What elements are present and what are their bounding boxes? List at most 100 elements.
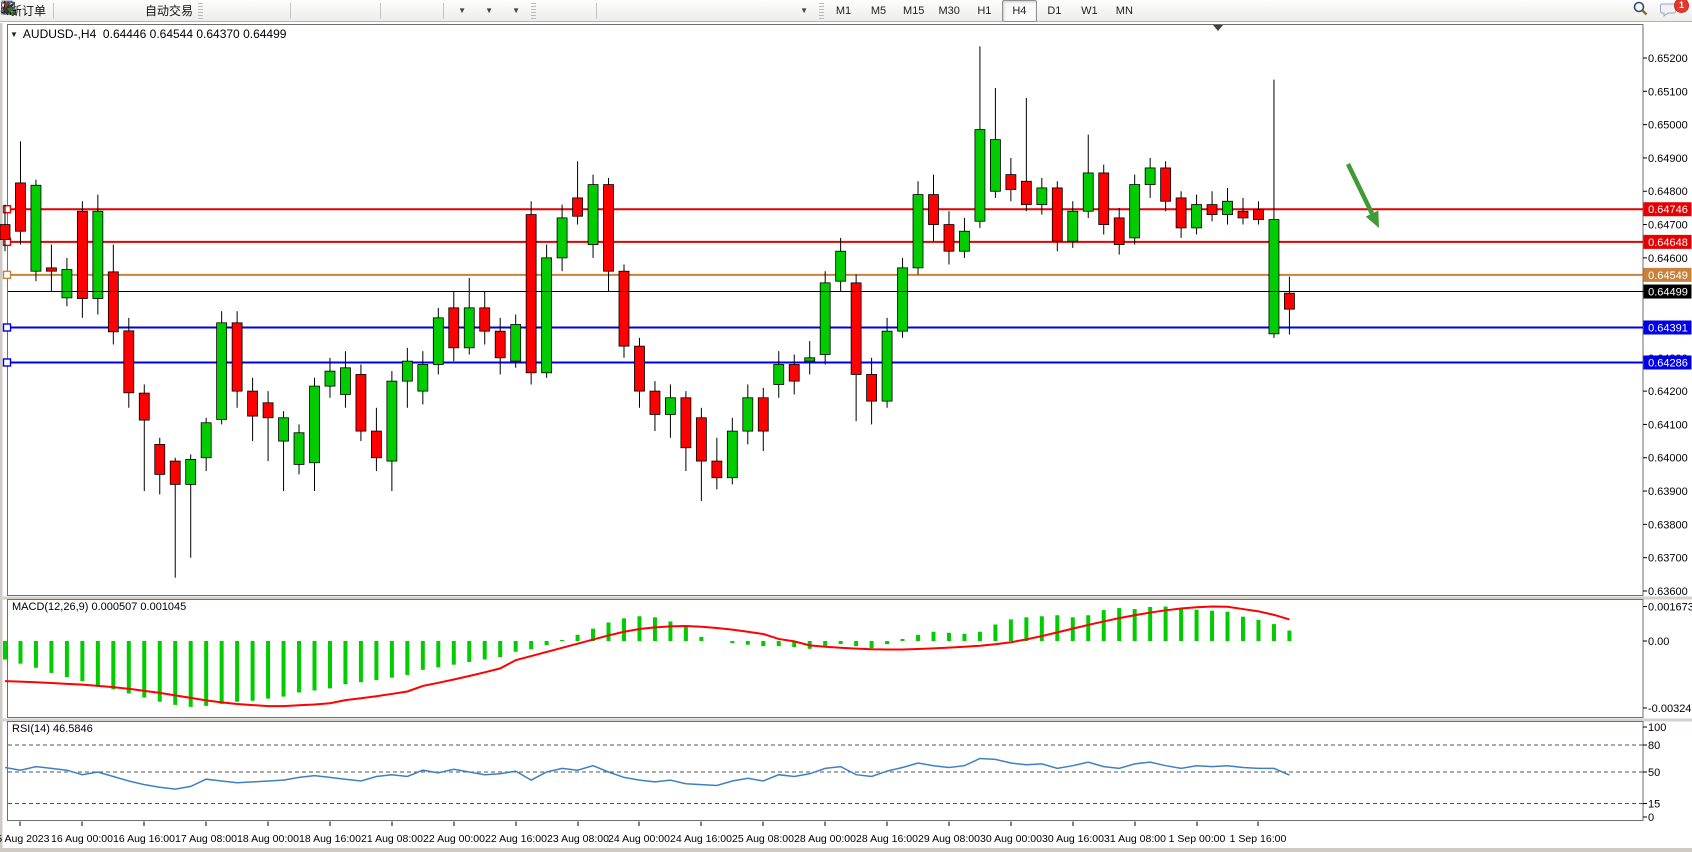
macd-axis-label: 0.001673 <box>1648 602 1692 614</box>
fibonacci-button[interactable]: F <box>709 0 736 22</box>
candle-body <box>774 364 784 384</box>
search-button[interactable] <box>1632 0 1659 22</box>
candle-body <box>604 185 614 272</box>
timeframe-w1-button[interactable]: W1 <box>1072 0 1107 22</box>
price-badge-label: 0.64286 <box>1648 357 1688 369</box>
timeframe-d1-button[interactable]: D1 <box>1037 0 1072 22</box>
candle-body <box>294 433 304 465</box>
chart-shift-button[interactable] <box>412 0 439 22</box>
candle-body <box>449 308 459 348</box>
candlestick-chart-button[interactable] <box>232 0 259 22</box>
notifications-button[interactable]: 1 <box>1659 0 1686 22</box>
time-axis-label: 21 Aug 08:00 <box>361 833 423 845</box>
candle-body <box>929 195 939 225</box>
chart-wizard-button[interactable] <box>58 0 85 22</box>
candle-body <box>31 185 41 271</box>
candle-body <box>433 318 443 365</box>
candle-body <box>155 444 165 474</box>
candle-body <box>0 225 10 240</box>
toolbar-separator <box>596 3 597 19</box>
candle-body <box>371 431 381 458</box>
timeframe-m30-button[interactable]: M30 <box>931 0 966 22</box>
time-axis-label: 1 Sep 00:00 <box>1169 833 1226 845</box>
tile-windows-button[interactable] <box>349 0 376 22</box>
chart-title-text: AUDUSD-,H4 0.64446 0.64544 0.64370 0.644… <box>23 27 287 41</box>
rsi-axis-label: 50 <box>1648 767 1660 779</box>
candle-body <box>696 418 706 461</box>
level-anchor-handle[interactable] <box>4 271 11 278</box>
crosshair-button[interactable] <box>565 0 592 22</box>
chart-canvas[interactable]: 0.652000.651000.650000.649000.648000.647… <box>0 0 1692 852</box>
level-anchor-handle[interactable] <box>4 324 11 331</box>
timeframe-h4-button[interactable]: H4 <box>1002 0 1037 22</box>
timeframe-m5-button[interactable]: M5 <box>861 0 896 22</box>
auto-scroll-button[interactable] <box>385 0 412 22</box>
candle-body <box>124 331 134 393</box>
rsi-axis-label: 0 <box>1648 812 1654 824</box>
candle-body <box>573 198 583 216</box>
vertical-line-button[interactable] <box>601 0 628 22</box>
candle-body <box>1269 220 1279 334</box>
candle-body <box>898 268 908 331</box>
candle-body <box>805 358 815 361</box>
indicators-button[interactable]: ▼ <box>448 0 475 22</box>
level-anchor-handle[interactable] <box>4 359 11 366</box>
time-axis-label: 24 Aug 16:00 <box>670 833 732 845</box>
time-axis-label: 28 Aug 00:00 <box>794 833 856 845</box>
dropdown-caret-icon: ▼ <box>800 6 808 15</box>
candle-body <box>867 374 877 401</box>
alerts-button[interactable] <box>112 0 139 22</box>
autotrading-button[interactable]: 自动交易 <box>139 0 196 22</box>
window-left-edge <box>0 23 3 852</box>
arrows-button[interactable]: ▼ <box>790 0 817 22</box>
candle-body <box>1284 293 1294 309</box>
timeframe-m1-button[interactable]: M1 <box>826 0 861 22</box>
trendline-button[interactable] <box>655 0 682 22</box>
cursor-button[interactable] <box>538 0 565 22</box>
price-badge-label: 0.64648 <box>1648 237 1688 249</box>
candle-body <box>944 225 954 252</box>
candle-body <box>263 403 273 418</box>
timeframe-m15-button[interactable]: M15 <box>896 0 931 22</box>
timeframe-h1-button[interactable]: H1 <box>967 0 1002 22</box>
time-axis-label: 18 Aug 16:00 <box>299 833 361 845</box>
equidistant-channel-button[interactable]: E <box>682 0 709 22</box>
periods-button[interactable]: ▼ <box>475 0 502 22</box>
price-badge-label: 0.64746 <box>1648 204 1688 216</box>
rsi-indicator-label: RSI(14) 46.5846 <box>12 723 93 735</box>
bar-chart-button[interactable] <box>205 0 232 22</box>
time-axis-label: 31 Aug 08:00 <box>1104 833 1166 845</box>
search-icon <box>1632 0 1649 17</box>
candle-body <box>634 346 644 391</box>
line-chart-button[interactable] <box>259 0 286 22</box>
zoom-out-button[interactable] <box>322 0 349 22</box>
candle-body <box>1099 173 1109 225</box>
text-button[interactable]: A <box>736 0 763 22</box>
candle-body <box>480 308 490 331</box>
candle-body <box>1006 175 1016 190</box>
candle-body <box>356 374 366 431</box>
zoom-in-button[interactable] <box>295 0 322 22</box>
symbol-dropdown-icon[interactable]: ▼ <box>10 30 18 39</box>
profile-button[interactable] <box>85 0 112 22</box>
candle-body <box>464 308 474 348</box>
candle-body <box>201 423 211 458</box>
candle-body <box>820 283 830 355</box>
candle-body <box>387 381 397 461</box>
window-bottom-edge <box>0 848 1692 852</box>
text-label-button[interactable]: T <box>763 0 790 22</box>
time-axis-label: 16 Aug 16:00 <box>113 833 175 845</box>
candle-body <box>1130 185 1140 238</box>
templates-button[interactable]: ▼ <box>502 0 529 22</box>
candle-body <box>1114 218 1124 245</box>
candle-body <box>279 418 289 441</box>
candle-body <box>526 215 536 373</box>
timeframe-mn-button[interactable]: MN <box>1107 0 1142 22</box>
rsi-panel <box>8 722 1644 821</box>
horizontal-line-button[interactable] <box>628 0 655 22</box>
time-axis-label: 24 Aug 00:00 <box>608 833 670 845</box>
time-axis-label: 23 Aug 08:00 <box>547 833 609 845</box>
price-badge-label: 0.64549 <box>1648 270 1688 282</box>
price-axis-label: 0.64700 <box>1648 220 1688 232</box>
candle-body <box>402 361 412 381</box>
